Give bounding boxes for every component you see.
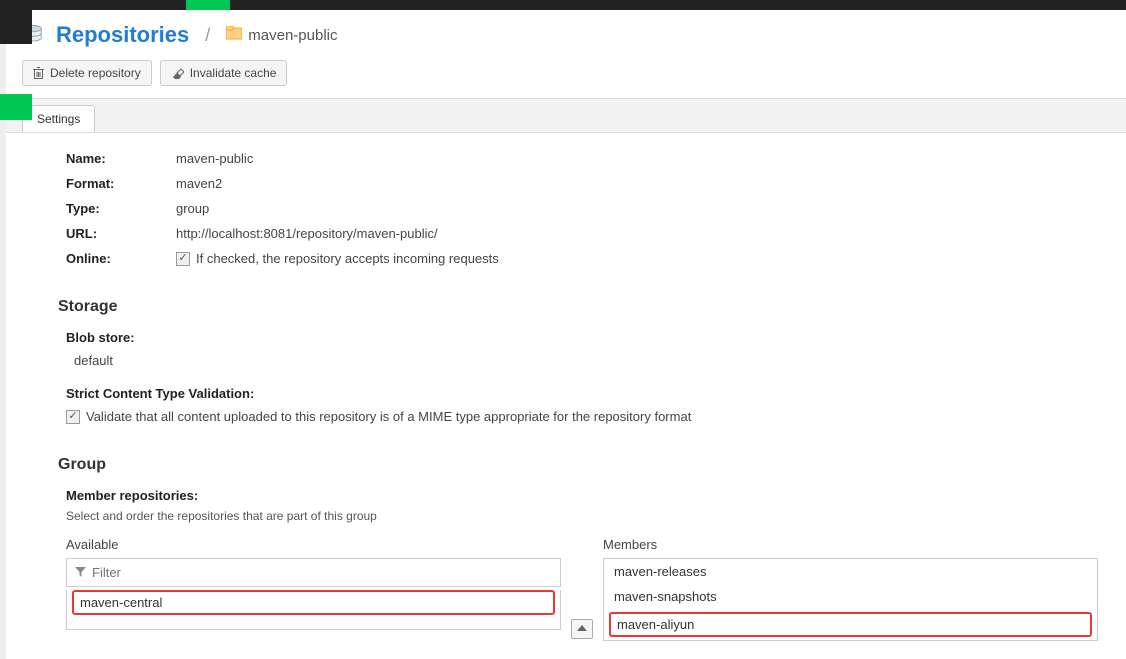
strict-validation-desc: Validate that all content uploaded to th…	[86, 409, 691, 424]
url-value: http://localhost:8081/repository/maven-p…	[176, 226, 438, 241]
filter-icon	[75, 567, 86, 578]
filter-input[interactable]	[92, 565, 552, 580]
breadcrumb-title[interactable]: Repositories	[56, 22, 189, 48]
folder-icon	[226, 26, 248, 44]
eraser-icon	[171, 68, 184, 79]
type-value: group	[176, 201, 209, 216]
list-item[interactable]: maven-releases	[604, 559, 1097, 584]
name-value: maven-public	[176, 151, 253, 166]
strict-validation-checkbox[interactable]: ✓	[66, 410, 80, 424]
blob-store-label: Blob store:	[66, 330, 1098, 345]
online-label: Online:	[66, 251, 176, 266]
sidebar-active-tab[interactable]	[0, 94, 32, 120]
group-heading: Group	[58, 456, 1098, 474]
url-label: URL:	[66, 226, 176, 241]
online-checkbox[interactable]: ✓	[176, 252, 190, 266]
delete-repository-button[interactable]: Delete repository	[22, 60, 152, 86]
members-list: maven-releases maven-snapshots maven-ali…	[603, 558, 1098, 641]
member-repositories-desc: Select and order the repositories that a…	[66, 509, 1098, 523]
blob-store-value: default	[74, 353, 1098, 368]
breadcrumb-current: maven-public	[226, 26, 337, 44]
check-icon: ✓	[68, 411, 77, 422]
delete-button-label: Delete repository	[50, 66, 141, 80]
tabs-bar: Settings	[6, 98, 1126, 133]
breadcrumb-separator: /	[205, 25, 210, 46]
sidebar-dark-region	[0, 10, 32, 44]
trash-icon	[33, 67, 44, 79]
tab-settings[interactable]: Settings	[22, 105, 95, 132]
invalidate-cache-button[interactable]: Invalidate cache	[160, 60, 288, 86]
type-label: Type:	[66, 201, 176, 216]
list-item[interactable]: maven-aliyun	[609, 612, 1092, 637]
online-desc: If checked, the repository accepts incom…	[196, 251, 499, 266]
breadcrumb: Repositories / maven-public	[6, 10, 1126, 60]
available-list: maven-central	[66, 590, 561, 630]
available-column: Available maven-central	[66, 537, 561, 630]
available-title: Available	[66, 537, 561, 552]
top-bar	[0, 0, 1126, 10]
format-label: Format:	[66, 176, 176, 191]
list-item[interactable]: maven-central	[72, 590, 555, 615]
content-area: Name: maven-public Format: maven2 Type: …	[6, 133, 1126, 659]
action-bar: Delete repository Invalidate cache	[6, 60, 1126, 98]
top-bar-active-indicator	[186, 0, 230, 10]
move-up-button[interactable]	[571, 619, 593, 639]
members-title: Members	[603, 537, 1098, 552]
invalidate-button-label: Invalidate cache	[190, 66, 277, 80]
list-item[interactable]: maven-snapshots	[604, 584, 1097, 609]
strict-validation-label: Strict Content Type Validation:	[66, 386, 1098, 401]
members-column: Members maven-releases maven-snapshots m…	[603, 537, 1098, 641]
member-repositories-label: Member repositories:	[66, 488, 1098, 503]
format-value: maven2	[176, 176, 222, 191]
breadcrumb-current-label: maven-public	[248, 27, 337, 44]
storage-heading: Storage	[58, 298, 1098, 316]
filter-box	[66, 558, 561, 587]
left-sidebar	[0, 10, 6, 659]
check-icon: ✓	[178, 253, 187, 264]
transfer-buttons	[571, 619, 593, 639]
name-label: Name:	[66, 151, 176, 166]
